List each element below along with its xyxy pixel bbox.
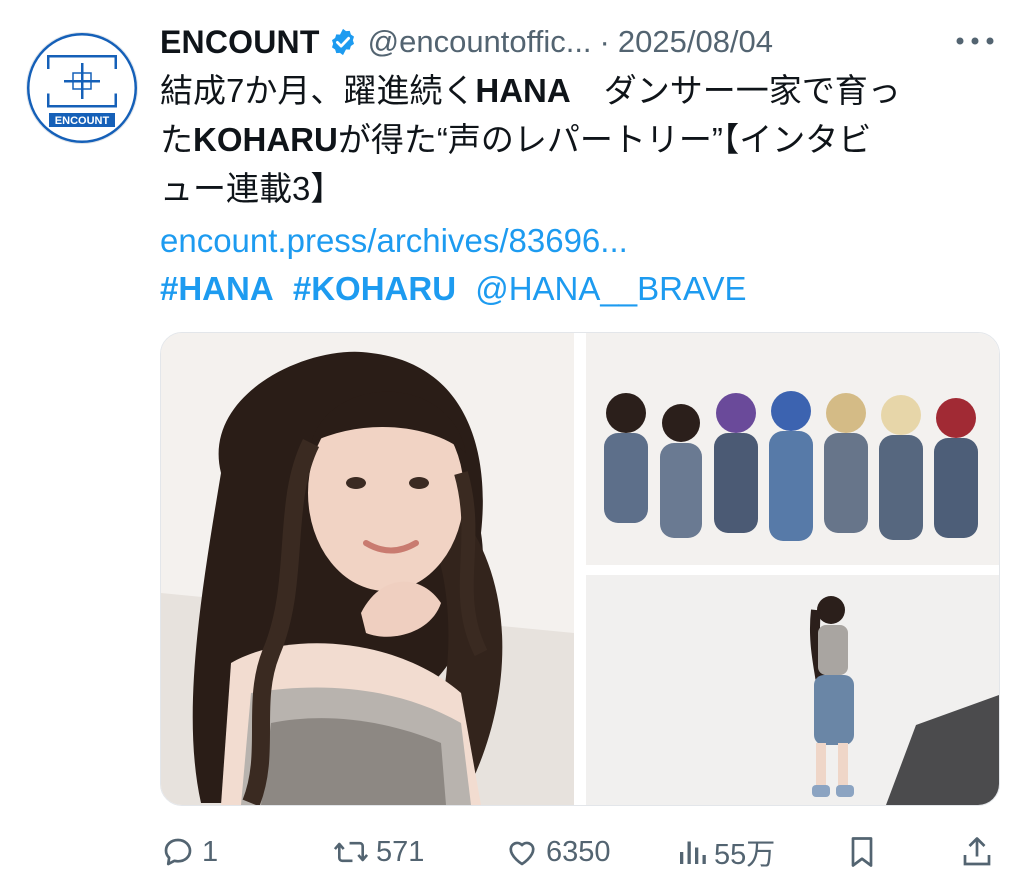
share-icon [960,834,994,870]
mention-hana-brave[interactable]: @HANA__BRAVE [475,270,746,307]
like-count: 6350 [546,835,611,868]
svg-text:ENCOUNT: ENCOUNT [55,115,110,127]
text-segment: ダンサー一家で育っ [570,72,901,109]
tweet-tags: #HANA #KOHARU @HANA__BRAVE [160,264,757,313]
views-icon [676,834,708,870]
bookmark-icon [846,834,878,870]
photo-group[interactable] [586,333,999,565]
tweet-text: 結成7か月、躍進続くHANA ダンサー一家で育っ たKOHARUが得た“声のレパ… [160,66,990,213]
verified-badge-icon [328,27,358,57]
photo-portrait[interactable] [161,333,574,805]
media-grid [160,332,1000,806]
text-segment: が得た“声のレパートリー”【インタビ [337,121,872,158]
text-segment: 結成7か月、躍進続く [160,72,476,109]
author-handle[interactable]: @encountoffic... [368,24,592,60]
tweet-header: ENCOUNT @encountoffic... · 2025/08/04 [160,20,773,64]
bookmark-button[interactable] [846,830,878,874]
header-separator: · [599,24,610,59]
retweet-count: 571 [376,835,425,868]
text-bold-segment: HANA [475,72,571,109]
reply-icon [160,834,196,870]
tweet-text-line-1: 結成7か月、躍進続くHANA ダンサー一家で育っ [160,66,990,115]
retweet-icon [332,834,370,870]
views-count: 55万 [714,839,776,871]
author-avatar[interactable]: ENCOUNT [26,32,138,144]
text-bold-segment: KOHARU [193,121,338,158]
retweet-button[interactable]: 571 [332,830,424,874]
like-icon [504,834,540,870]
like-button[interactable]: 6350 [504,830,611,874]
hashtag-koharu[interactable]: #KOHARU [293,270,456,307]
tweet-text-line-3: ュー連載3】 [160,170,344,207]
reply-count: 1 [202,835,219,868]
views-button[interactable]: 55万 [676,830,775,874]
more-icon[interactable] [950,26,1000,56]
tweet-actions: 1 571 6350 55万 [160,830,1000,874]
author-name[interactable]: ENCOUNT [160,24,320,61]
hashtag-hana[interactable]: #HANA [160,270,274,307]
text-segment: た [160,121,193,158]
share-button[interactable] [960,830,994,874]
encount-logo: ENCOUNT [27,33,137,143]
tweet-date[interactable]: 2025/08/04 [618,24,773,60]
reply-button[interactable]: 1 [160,830,218,874]
article-link[interactable]: encount.press/archives/83696... [160,216,628,265]
photo-solo[interactable] [586,575,999,805]
tweet-text-line-2: たKOHARUが得た“声のレパートリー”【インタビ [160,115,990,164]
